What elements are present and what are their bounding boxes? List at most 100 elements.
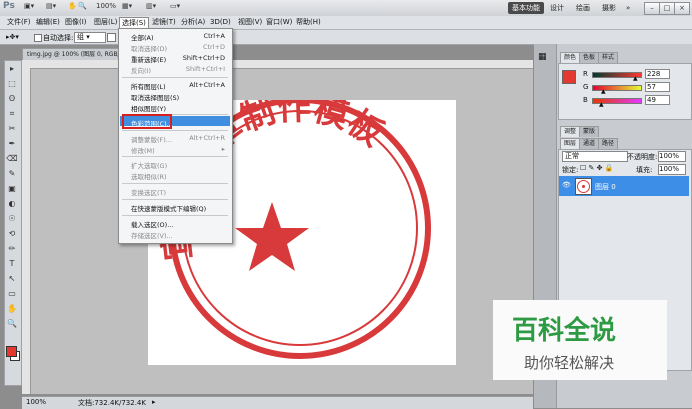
menu-window[interactable]: 窗口(W) — [264, 17, 294, 28]
menu-item-2[interactable]: 重新选择(E) — [131, 54, 166, 64]
status-zoom[interactable]: 100% — [26, 398, 46, 406]
pen-tool-icon[interactable]: T — [6, 259, 18, 268]
foreground-color-tool[interactable] — [6, 346, 17, 357]
shape-tool-icon[interactable]: ✋ — [6, 304, 18, 313]
menu-item-1[interactable]: 取消选择(D) — [131, 43, 167, 53]
menu-item-12[interactable]: 变换选区(T) — [131, 187, 166, 197]
channel-value-b[interactable]: 49 — [645, 95, 670, 105]
watermark-title: 百科全说 — [512, 316, 617, 346]
tab-swatches[interactable]: 色板 — [579, 52, 600, 63]
workspace-design[interactable]: 设计 — [546, 2, 568, 14]
stamp-star — [235, 202, 309, 271]
menu-3d[interactable]: 3D(D) — [208, 17, 233, 28]
workspace-more-icon[interactable]: » — [622, 2, 634, 14]
marquee-tool-icon[interactable]: ⬚ — [6, 79, 18, 88]
tab-channels[interactable]: 通道 — [579, 138, 600, 149]
workspace-painting[interactable]: 绘画 — [572, 2, 594, 14]
screen-mode-icon[interactable]: ▭▾ — [170, 2, 180, 13]
menu-shortcut-8: Alt+Ctrl+R — [189, 134, 225, 142]
extras-icon[interactable]: ▦▾ — [122, 2, 132, 13]
menu-item-9[interactable]: 修改(M) — [131, 145, 155, 155]
menu-filter[interactable]: 滤镜(T) — [150, 17, 178, 28]
menu-separator — [122, 130, 228, 131]
minibridge-icon[interactable]: ▤▾ — [46, 2, 56, 13]
lock-label: 锁定: — [562, 166, 579, 174]
menu-item-5[interactable]: 取消选择图层(S) — [131, 92, 179, 102]
close-button[interactable]: × — [674, 2, 690, 15]
arrange-documents-icon[interactable]: ▥▾ — [146, 2, 156, 13]
menu-item-6[interactable]: 相似图层(Y) — [131, 103, 166, 113]
menu-item-11[interactable]: 选取相似(R) — [131, 171, 167, 181]
menu-item-13[interactable]: 在快速蒙版模式下编辑(Q) — [131, 203, 206, 213]
tab-paths[interactable]: 路径 — [598, 138, 619, 149]
brush-tool-icon[interactable]: ✎ — [6, 169, 18, 178]
menu-item-15[interactable]: 存储选区(V)... — [131, 230, 173, 240]
tab-layers[interactable]: 图层 — [560, 138, 581, 149]
menu-edit[interactable]: 编辑(E) — [34, 17, 62, 28]
hand-tool-icon[interactable]: 🔍 — [6, 319, 18, 328]
tab-masks[interactable]: 蒙版 — [579, 126, 600, 137]
tab-adjustments[interactable]: 调整 — [560, 126, 581, 137]
menu-layer[interactable]: 图层(L) — [92, 17, 119, 28]
menu-item-8[interactable]: 调整蒙版(F)... — [131, 134, 172, 144]
slider-thumb-icon[interactable]: ▲ — [599, 101, 604, 108]
menu-file[interactable]: 文件(F) — [5, 17, 33, 28]
watermark-subtitle: 助你轻松解决 — [524, 354, 615, 372]
photoshop-logo: Ps — [3, 1, 15, 11]
fill-input[interactable]: 100% — [658, 164, 686, 175]
menu-view[interactable]: 视图(V) — [236, 17, 264, 28]
menu-item-0[interactable]: 全部(A) — [131, 32, 154, 42]
foreground-color-swatch[interactable] — [562, 70, 576, 84]
menu-image[interactable]: 图像(I) — [63, 17, 89, 28]
workspace-photography[interactable]: 摄影 — [598, 2, 620, 14]
panel-icon[interactable]: ▦ — [538, 52, 547, 62]
auto-select-dropdown[interactable]: 组 ▾ — [74, 32, 106, 43]
stamp-tool-icon[interactable]: ▣ — [6, 184, 18, 193]
dodge-tool-icon[interactable]: ✏ — [6, 244, 18, 253]
opacity-input[interactable]: 100% — [658, 151, 686, 162]
hand-icon[interactable]: ✋ — [68, 2, 77, 13]
workspace-basic[interactable]: 基本功能 — [508, 2, 544, 14]
slider-thumb-icon[interactable]: ▲ — [633, 75, 638, 82]
menu-item-4[interactable]: 所有图层(L) — [131, 81, 166, 91]
crop-tool-icon[interactable]: ✂ — [6, 124, 18, 133]
menu-item-10[interactable]: 扩大选取(G) — [131, 160, 167, 170]
zoom-tool-icon[interactable]: 🔍 — [78, 2, 87, 13]
zoom-level[interactable]: 100% — [96, 2, 116, 13]
tab-color[interactable]: 颜色 — [560, 52, 581, 63]
menu-shortcut-0: Ctrl+A — [203, 32, 225, 40]
channel-value-g[interactable]: 57 — [645, 82, 670, 92]
type-tool-icon[interactable]: ↖ — [6, 274, 18, 283]
lock-icons[interactable]: ☐ ✎ ✥ 🔒 — [580, 164, 613, 172]
ruler-horizontal — [22, 60, 533, 69]
auto-select-checkbox[interactable] — [34, 34, 42, 42]
path-select-tool-icon[interactable]: ▭ — [6, 289, 18, 298]
status-arrow-icon[interactable]: ▸ — [152, 398, 156, 406]
history-tool-icon[interactable]: ◐ — [6, 199, 18, 208]
layer-name[interactable]: 图层 0 — [595, 182, 616, 192]
slider-thumb-icon[interactable]: ▲ — [601, 88, 606, 95]
auto-select-label: 自动选择: — [43, 34, 74, 42]
eyedropper-tool-icon[interactable]: ✒ — [6, 139, 18, 148]
eraser-tool-icon[interactable]: ☉ — [6, 214, 18, 223]
move-tool-icon[interactable]: ▸ — [6, 64, 18, 73]
blend-mode-dropdown[interactable]: 正常 — [562, 151, 628, 162]
channel-slider-g[interactable] — [592, 85, 642, 91]
bridge-icon[interactable]: ▣▾ — [24, 2, 34, 13]
minimize-button[interactable]: – — [644, 2, 660, 15]
menu-analysis[interactable]: 分析(A) — [179, 17, 207, 28]
maximize-button[interactable]: □ — [659, 2, 675, 15]
menu-help[interactable]: 帮助(H) — [294, 17, 323, 28]
visibility-eye-icon[interactable]: 👁 — [562, 181, 571, 189]
gradient-tool-icon[interactable]: ⟲ — [6, 229, 18, 238]
quick-select-tool-icon[interactable]: ⌗ — [6, 109, 18, 118]
move-tool-icon[interactable]: ▸✥▾ — [6, 33, 19, 41]
channel-value-r[interactable]: 228 — [645, 69, 670, 79]
menu-item-14[interactable]: 载入选区(O)... — [131, 219, 173, 229]
show-transform-checkbox[interactable] — [107, 33, 116, 42]
menu-item-3[interactable]: 反向(I) — [131, 65, 151, 75]
heal-tool-icon[interactable]: ⌫ — [6, 154, 18, 163]
lasso-tool-icon[interactable]: ʘ — [6, 94, 18, 103]
menu-shortcut-4: Alt+Ctrl+A — [189, 81, 225, 89]
tab-styles[interactable]: 样式 — [598, 52, 619, 63]
